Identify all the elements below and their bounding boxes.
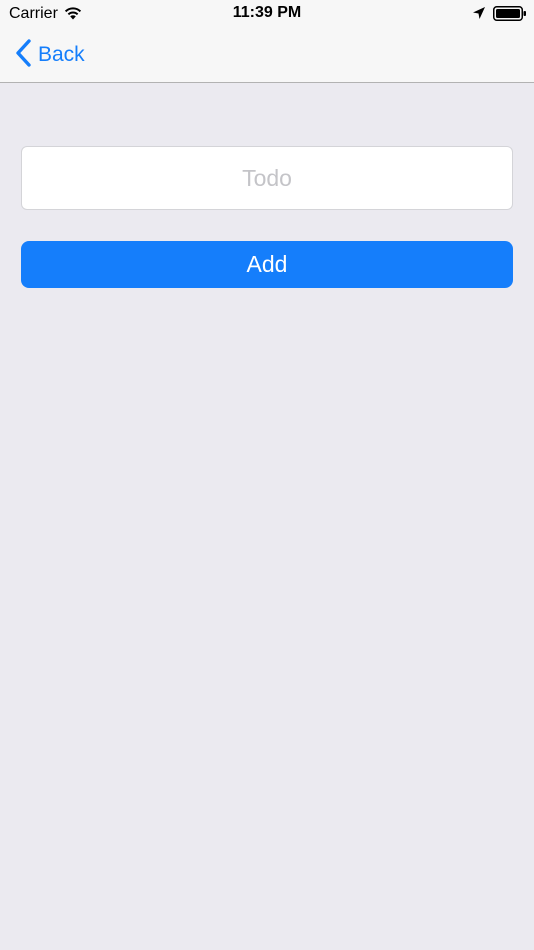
chevron-left-icon bbox=[14, 38, 38, 72]
status-bar: Carrier 11:39 PM bbox=[0, 0, 534, 28]
todo-input[interactable] bbox=[21, 146, 513, 210]
back-button[interactable]: Back bbox=[14, 38, 85, 72]
clock: 11:39 PM bbox=[232, 4, 302, 21]
back-label: Back bbox=[38, 43, 85, 66]
location-arrow-icon bbox=[472, 6, 486, 25]
navigation-bar: Back bbox=[0, 28, 534, 83]
battery-icon bbox=[493, 6, 527, 26]
add-button[interactable]: Add bbox=[21, 241, 513, 288]
